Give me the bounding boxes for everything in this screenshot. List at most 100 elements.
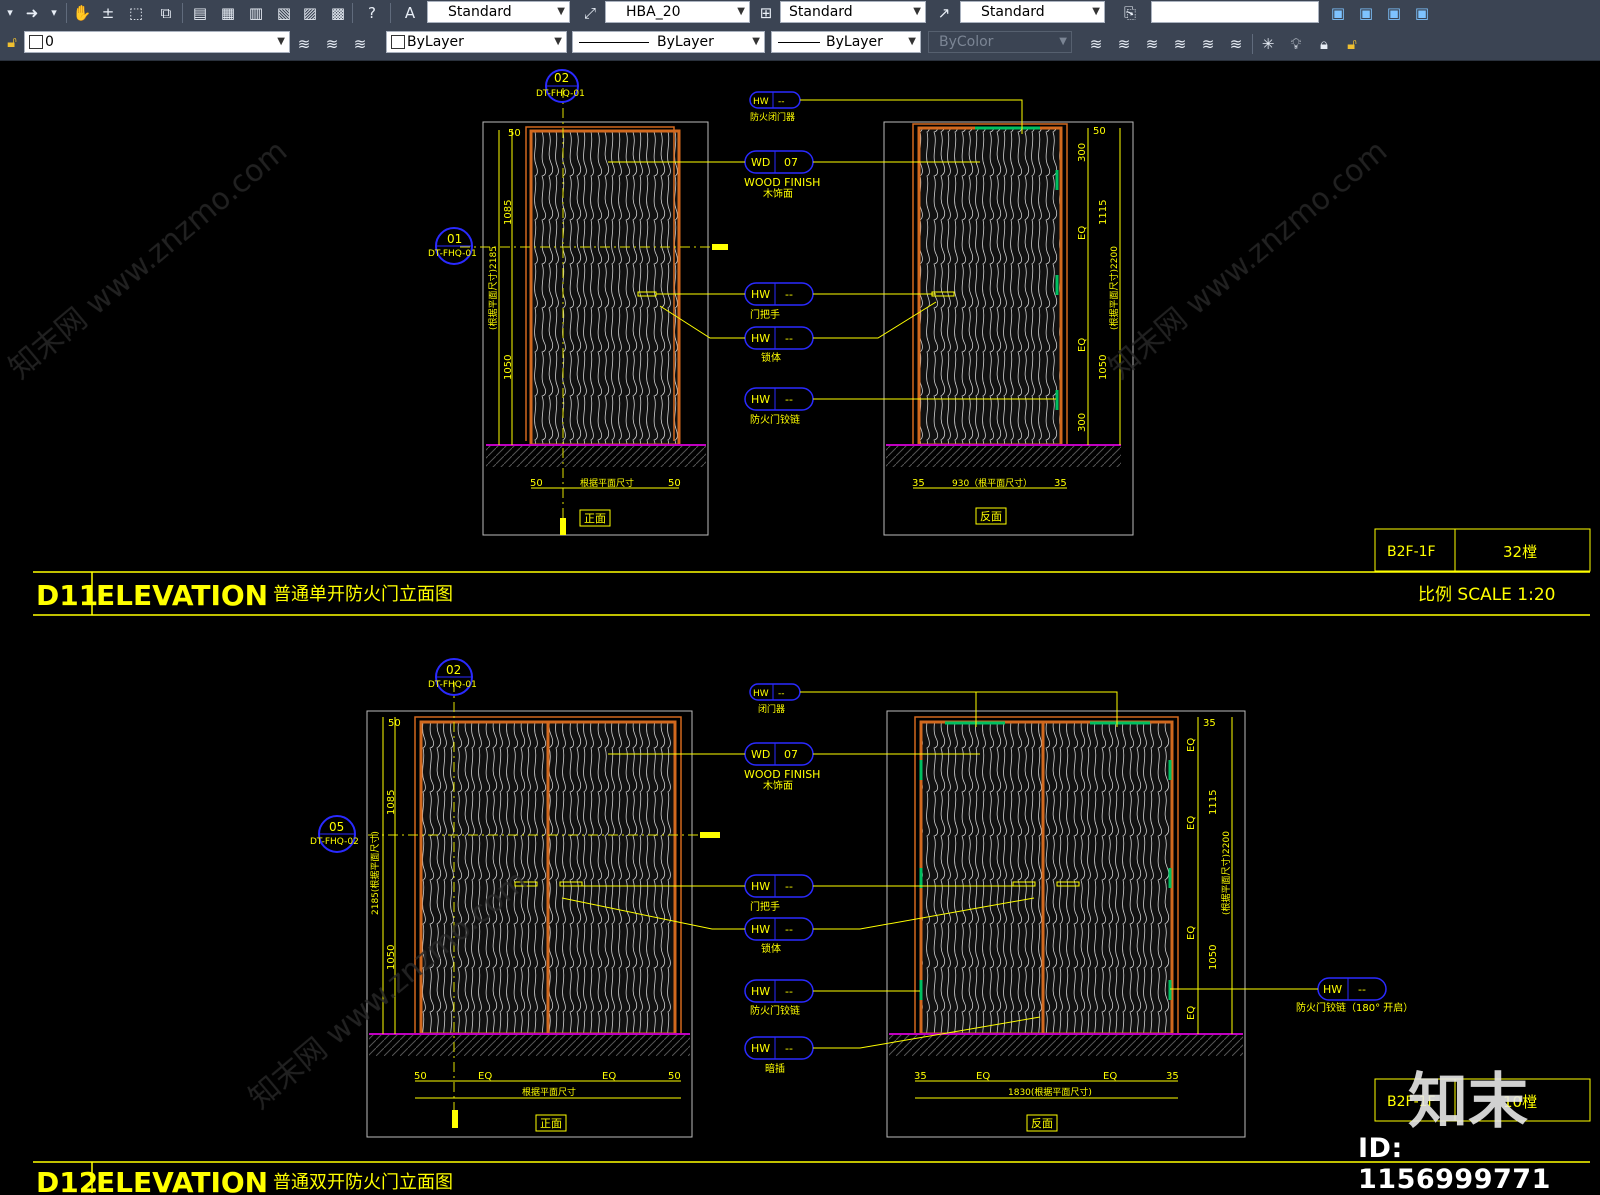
svg-text:--: -- <box>778 97 785 107</box>
dimension-style-icon[interactable]: ⤢ <box>580 3 600 23</box>
layer-tool-icon[interactable]: ≋ <box>1086 34 1106 54</box>
separator <box>1252 34 1253 54</box>
separator <box>182 3 183 23</box>
material-tag[interactable]: HW -- 防火门铰链（180° 开启） <box>1170 977 1413 1014</box>
lock-icon[interactable]: 🔓︎ <box>2 32 22 52</box>
dim-text: EQ <box>1186 1006 1197 1020</box>
image-id-label: ID: 1156999771 <box>1358 1133 1551 1195</box>
dim-text: 300 <box>1077 413 1088 432</box>
drawing-title-cn: 普通单开防火门立面图 <box>273 584 453 605</box>
layer-lock-icon[interactable]: 🔒︎ <box>1314 34 1334 54</box>
chevron-down-icon: ▼ <box>908 36 916 47</box>
svg-text:--: -- <box>785 923 793 936</box>
material-tag[interactable]: HW -- 防火门铰链 <box>744 979 920 1017</box>
cad-drawing-canvas[interactable]: 50 1085 1050 (根据平面尺寸)2185 50 根据平面尺寸 50 正… <box>0 61 1600 1193</box>
dim-text: 50 <box>1093 126 1106 137</box>
match-properties-icon[interactable]: ⎘ <box>1120 3 1140 23</box>
plot-style-select[interactable]: ByColor ▼ <box>928 31 1072 53</box>
zoom-previous-icon[interactable]: ⧉ <box>156 3 176 23</box>
undo-dropdown-icon[interactable]: ▾ <box>0 3 20 23</box>
layer-tool-icon[interactable]: ≋ <box>1142 34 1162 54</box>
floor-hatch <box>886 445 1121 467</box>
svg-text:--: -- <box>785 1042 793 1055</box>
dim-text: (根据平面尺寸)2200 <box>1220 831 1232 915</box>
callout-number: 02 <box>446 663 461 677</box>
help-icon[interactable]: ? <box>362 3 382 23</box>
d12-back-elevation: 35 EQ EQ EQ EQ 1115 1050 (根据平面尺寸)2200 35… <box>886 710 1246 1138</box>
svg-text:HW: HW <box>753 689 769 699</box>
dim-text: EQ <box>976 1071 990 1082</box>
drawing-code: D12 <box>36 1166 98 1193</box>
floor-hatch <box>889 1034 1243 1056</box>
search-box[interactable] <box>1151 1 1319 23</box>
layer-previous-icon[interactable]: ≋ <box>294 34 314 54</box>
view-icon[interactable]: ▣ <box>1356 3 1376 23</box>
multileader-style-icon[interactable]: ↗ <box>934 3 954 23</box>
layer-tool-icon[interactable]: ≋ <box>1114 34 1134 54</box>
svg-text:防火门铰链: 防火门铰链 <box>750 413 800 426</box>
properties-icon[interactable]: ▤ <box>190 3 210 23</box>
text-style-icon[interactable]: A <box>400 3 420 23</box>
dim-text: 35 <box>1166 1071 1179 1082</box>
dim-text: 2185(根据平面尺寸) <box>369 831 381 915</box>
dim-text: EQ <box>1186 816 1197 830</box>
layer-unlock-icon[interactable]: 🔓︎ <box>1342 34 1362 54</box>
dim-text: 根据平面尺寸 <box>522 1086 576 1098</box>
sheet-set-icon[interactable]: ▧ <box>274 3 294 23</box>
watermark-logo: 知末 <box>1408 1067 1528 1137</box>
view-icon[interactable]: ▣ <box>1384 3 1404 23</box>
markup-icon[interactable]: ▨ <box>300 3 320 23</box>
table-style-select[interactable]: Standard ▼ <box>780 1 926 23</box>
linetype-select[interactable]: ByLayer ▼ <box>572 31 765 53</box>
material-tag[interactable]: HW -- 门把手 <box>656 282 936 321</box>
layer-color-swatch <box>29 35 43 49</box>
section-mark <box>452 1110 458 1128</box>
svg-text:HW: HW <box>751 880 770 893</box>
lineweight-select[interactable]: ByLayer ▼ <box>771 31 921 53</box>
floor-hatch <box>486 445 706 467</box>
toolbar-row-1: ▾ ➜ ▾ ✋ ± ⬚ ⧉ ▤ ▦ ▥ ▧ ▨ ▩ ? A Standard ▼ … <box>0 0 1600 26</box>
dim-style-select[interactable]: HBA_20 ▼ <box>605 1 750 23</box>
table-style-icon[interactable]: ⊞ <box>756 3 776 23</box>
door-leaf-right <box>546 720 677 1036</box>
text-style-select[interactable]: Standard ▼ <box>427 1 570 23</box>
dim-text: 300 <box>1077 143 1088 162</box>
view-label: 正面 <box>540 1117 562 1130</box>
linetype-preview <box>579 42 649 43</box>
zoom-realtime-icon[interactable]: ± <box>98 3 118 23</box>
layer-freeze-icon[interactable]: ✳ <box>1258 34 1278 54</box>
layer-tool-icon[interactable]: ≋ <box>1170 34 1190 54</box>
material-tag[interactable]: HW -- 锁体 <box>659 301 937 364</box>
layer-select[interactable]: 0 ▼ <box>24 31 290 53</box>
dim-text: 根据平面尺寸 <box>580 477 634 489</box>
dim-text: 50 <box>668 1071 681 1082</box>
door-leaf-left <box>419 720 550 1036</box>
view-icon[interactable]: ▣ <box>1328 3 1348 23</box>
view-label: 反面 <box>980 510 1002 523</box>
d11-front-elevation: 50 1085 1050 (根据平面尺寸)2185 50 根据平面尺寸 50 正… <box>428 69 728 536</box>
chevron-down-icon: ▼ <box>554 36 562 47</box>
tool-palettes-icon[interactable]: ▥ <box>246 3 266 23</box>
separator <box>390 3 391 23</box>
chevron-down-icon: ▼ <box>1059 36 1067 47</box>
svg-text:HW: HW <box>753 97 769 107</box>
mleader-style-select[interactable]: Standard ▼ <box>960 1 1105 23</box>
calculator-icon[interactable]: ▩ <box>328 3 348 23</box>
dim-text: 50 <box>668 478 681 489</box>
redo-dropdown-icon[interactable]: ▾ <box>44 3 64 23</box>
design-center-icon[interactable]: ▦ <box>218 3 238 23</box>
layer-state-icon[interactable]: ≋ <box>322 34 342 54</box>
color-select[interactable]: ByLayer ▼ <box>386 31 567 53</box>
layer-tool-icon[interactable]: ≋ <box>1198 34 1218 54</box>
zoom-window-icon[interactable]: ⬚ <box>126 3 146 23</box>
layer-iso-icon[interactable]: ≋ <box>350 34 370 54</box>
chevron-down-icon: ▼ <box>913 6 921 17</box>
svg-text:锁体: 锁体 <box>761 351 781 364</box>
callout-ref: DT-FHQ-02 <box>310 837 359 847</box>
view-icon[interactable]: ▣ <box>1412 3 1432 23</box>
layer-tool-icon[interactable]: ≋ <box>1226 34 1246 54</box>
layer-off-icon[interactable]: 💡︎ <box>1286 34 1306 54</box>
pan-hand-icon[interactable]: ✋ <box>72 3 92 23</box>
redo-icon[interactable]: ➜ <box>22 3 42 23</box>
dim-text: EQ <box>602 1071 616 1082</box>
